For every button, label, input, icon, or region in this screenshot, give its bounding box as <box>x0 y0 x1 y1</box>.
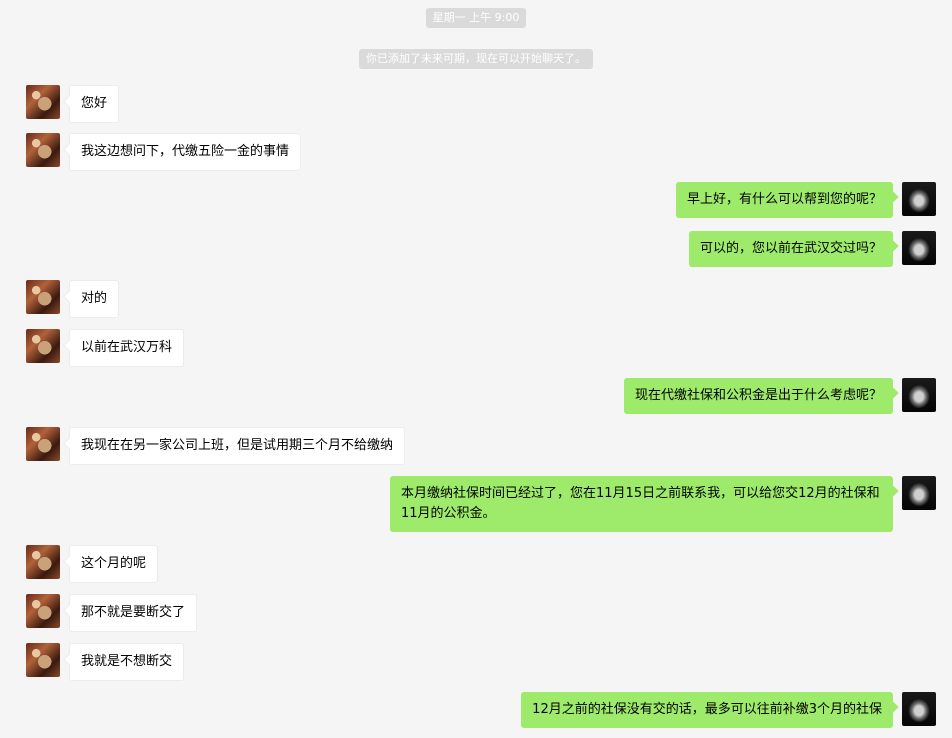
timestamp: 星期一 上午 9:00 <box>0 8 952 28</box>
message-bubble[interactable]: 您好 <box>69 85 120 123</box>
contact-avatar[interactable] <box>26 280 60 314</box>
contact-avatar[interactable] <box>26 329 60 363</box>
message-bubble[interactable]: 这个月的呢 <box>69 545 159 583</box>
message-bubble[interactable]: 现在代缴社保和公积金是出于什么考虑呢？ <box>623 378 893 414</box>
message-bubble[interactable]: 我这边想问下，代缴五险一金的事情 <box>69 133 302 171</box>
my-avatar[interactable] <box>902 182 936 216</box>
contact-avatar[interactable] <box>26 545 60 579</box>
system-notice: 你已添加了未来可期，现在可以开始聊天了。 <box>0 49 952 69</box>
contact-avatar[interactable] <box>26 643 60 677</box>
contact-avatar[interactable] <box>26 427 60 461</box>
my-avatar[interactable] <box>902 476 936 510</box>
message-bubble[interactable]: 以前在武汉万科 <box>69 329 185 367</box>
message-bubble[interactable]: 早上好，有什么可以帮到您的呢？ <box>675 182 893 218</box>
contact-avatar[interactable] <box>26 594 60 628</box>
timestamp-label: 星期一 上午 9:00 <box>425 8 527 28</box>
message-bubble[interactable]: 我现在在另一家公司上班，但是试用期三个月不给缴纳 <box>69 427 406 465</box>
message-bubble[interactable]: 那不就是要断交了 <box>69 594 198 632</box>
contact-avatar[interactable] <box>26 85 60 119</box>
my-avatar[interactable] <box>902 378 936 412</box>
message-bubble[interactable]: 对的 <box>69 280 120 318</box>
message-bubble[interactable]: 本月缴纳社保时间已经过了，您在11月15日之前联系我，可以给您交12月的社保和1… <box>390 476 893 532</box>
contact-avatar[interactable] <box>26 133 60 167</box>
message-bubble[interactable]: 12月之前的社保没有交的话，最多可以往前补缴3个月的社保 <box>521 692 893 728</box>
system-notice-label: 你已添加了未来可期，现在可以开始聊天了。 <box>359 49 593 69</box>
my-avatar[interactable] <box>902 692 936 726</box>
message-bubble[interactable]: 可以的，您以前在武汉交过吗？ <box>688 231 893 267</box>
message-bubble[interactable]: 我就是不想断交 <box>69 643 185 681</box>
my-avatar[interactable] <box>902 231 936 265</box>
